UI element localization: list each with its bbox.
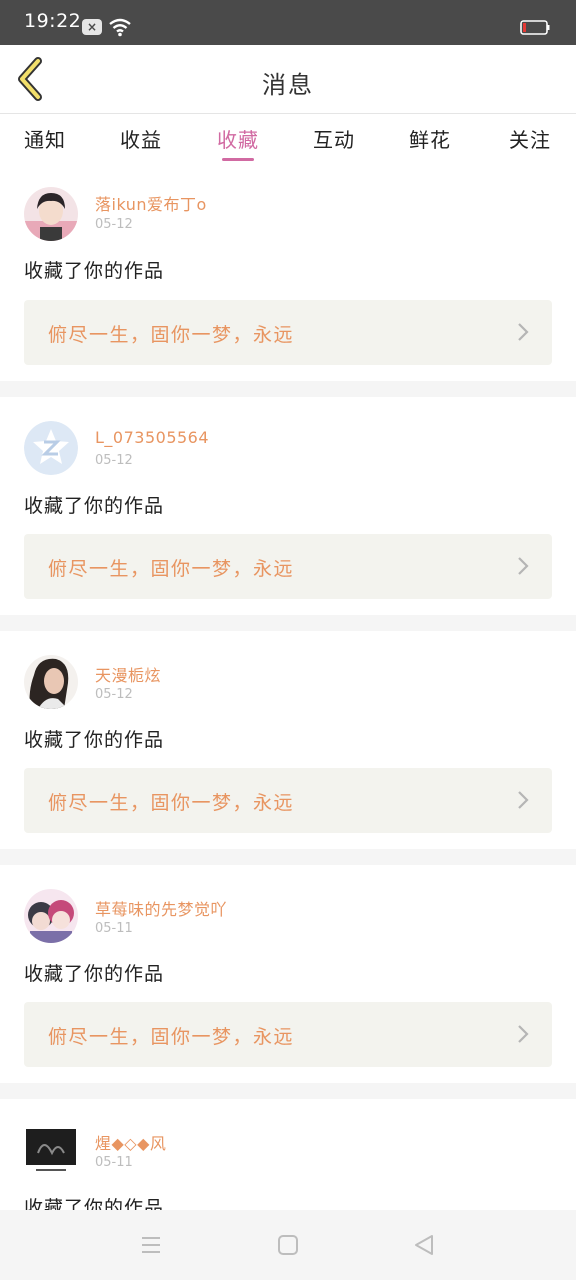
message-date: 05-11 [95, 921, 133, 936]
tab-notifications[interactable]: 通知 [24, 124, 66, 153]
tab-label: 鲜花 [409, 128, 451, 152]
message-card: 煋◆◇◆风 05-11 收藏了你的作品 [0, 1099, 576, 1210]
username[interactable]: 草莓味的先梦觉吖 [95, 896, 227, 920]
work-title: 俯尽一生，固你一梦，永远 [48, 324, 295, 346]
header-bar: 消息 [0, 45, 576, 114]
message-date: 05-11 [95, 1155, 133, 1170]
username[interactable]: 落ikun爱布丁o [95, 191, 207, 215]
system-nav-bar [0, 1210, 576, 1280]
chevron-right-icon [518, 1025, 529, 1043]
tab-label: 关注 [509, 128, 551, 152]
work-link[interactable]: 俯尽一生，固你一梦，永远 [24, 300, 552, 365]
user-avatar[interactable] [24, 655, 78, 709]
work-link[interactable]: 俯尽一生，固你一梦，永远 [24, 1002, 552, 1067]
default-avatar-icon[interactable] [24, 421, 78, 475]
message-card: 草莓味的先梦觉吖 05-11 收藏了你的作品 俯尽一生，固你一梦，永远 [0, 865, 576, 1083]
work-title: 俯尽一生，固你一梦，永远 [48, 558, 295, 580]
page-title: 消息 [262, 71, 314, 99]
active-tab-indicator [222, 158, 254, 161]
status-time: 19:22 [24, 10, 82, 32]
tab-label: 互动 [313, 128, 355, 152]
message-card: 落ikun爱布丁o 05-12 收藏了你的作品 俯尽一生，固你一梦，永远 [0, 170, 576, 381]
tab-label: 收益 [120, 128, 162, 152]
action-text: 收藏了你的作品 [24, 495, 165, 517]
tab-interactions[interactable]: 互动 [313, 124, 355, 153]
tab-label: 收藏 [217, 128, 259, 152]
menu-icon[interactable] [140, 1234, 162, 1256]
home-icon[interactable] [277, 1234, 299, 1256]
battery-icon [520, 20, 550, 35]
message-card: L_073505564 05-12 收藏了你的作品 俯尽一生，固你一梦，永远 [0, 397, 576, 615]
action-text: 收藏了你的作品 [24, 260, 165, 282]
message-date: 05-12 [95, 687, 133, 702]
user-avatar[interactable] [24, 1123, 78, 1177]
chevron-right-icon [518, 557, 529, 575]
action-text: 收藏了你的作品 [24, 1197, 165, 1210]
username[interactable]: 煋◆◇◆风 [95, 1130, 166, 1154]
message-date: 05-12 [95, 453, 133, 468]
message-date: 05-12 [95, 217, 133, 232]
work-title: 俯尽一生，固你一梦，永远 [48, 1026, 295, 1048]
action-text: 收藏了你的作品 [24, 963, 165, 985]
username[interactable]: 天漫栀炫 [95, 662, 161, 686]
tab-label: 通知 [24, 128, 66, 152]
user-avatar[interactable] [24, 889, 78, 943]
tab-favorites[interactable]: 收藏 [217, 124, 259, 161]
chevron-right-icon [518, 791, 529, 809]
username[interactable]: L_073505564 [95, 428, 209, 447]
chevron-right-icon [518, 323, 529, 341]
user-avatar[interactable] [24, 187, 78, 241]
status-bar: 19:22 × [0, 0, 576, 45]
action-text: 收藏了你的作品 [24, 729, 165, 751]
work-link[interactable]: 俯尽一生，固你一梦，永远 [24, 534, 552, 599]
tab-earnings[interactable]: 收益 [120, 124, 162, 153]
work-title: 俯尽一生，固你一梦，永远 [48, 792, 295, 814]
message-card: 天漫栀炫 05-12 收藏了你的作品 俯尽一生，固你一梦，永远 [0, 631, 576, 849]
work-link[interactable]: 俯尽一生，固你一梦，永远 [24, 768, 552, 833]
notification-x-icon: × [82, 19, 102, 35]
wifi-icon [109, 18, 131, 37]
tab-bar: 通知 收益 收藏 互动 鲜花 关注 [0, 114, 576, 170]
tab-flowers[interactable]: 鲜花 [409, 124, 451, 153]
tab-following[interactable]: 关注 [509, 124, 551, 153]
back-nav-icon[interactable] [413, 1234, 435, 1256]
